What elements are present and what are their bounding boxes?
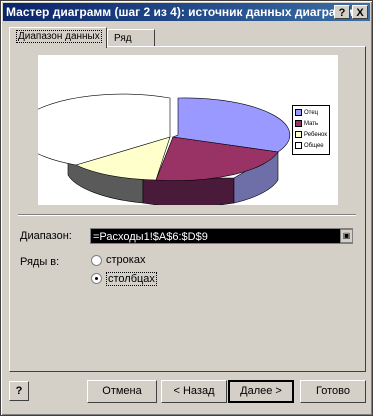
cancel-button[interactable]: Отмена [87,380,157,403]
tab-panel: Отец Мать Ребенок Общее Диапазон: =Расхо… [9,46,366,372]
tab-data-range[interactable]: Диапазон данных [9,27,107,48]
legend-swatch [295,131,302,138]
radio-rows[interactable] [91,255,102,266]
range-input[interactable]: =Расходы1!$A$6:$D$9 [90,228,353,244]
close-button[interactable]: X [352,5,368,19]
help-title-button[interactable]: ? [334,5,350,19]
tab-data-range-label: Диапазон данных [16,30,102,43]
legend-swatch [295,109,302,116]
help-button[interactable]: ? [9,381,29,401]
radio-columns-label[interactable]: столбцах [106,272,157,286]
legend-label: Общее [304,143,324,150]
series-in-label: Ряды в: [20,256,60,268]
legend-item: Общее [295,142,324,150]
legend-item: Отец [295,109,318,117]
chart-wizard-dialog: Мастер диаграмм (шаг 2 из 4): источник д… [0,0,373,416]
back-button[interactable]: < Назад [161,380,227,403]
legend-label: Отец [304,110,319,117]
legend-label: Мать [304,121,319,128]
collapse-dialog-icon[interactable]: ▣ [340,229,353,243]
legend-item: Ребенок [295,131,327,139]
radio-rows-label[interactable]: строках [106,254,145,266]
range-label: Диапазон: [20,230,72,242]
legend-item: Мать [295,120,318,128]
chart-preview: Отец Мать Ребенок Общее [16,55,338,207]
tab-series[interactable]: Ряд [107,29,155,47]
legend-swatch [295,120,302,127]
window-title: Мастер диаграмм (шаг 2 из 4): источник д… [6,5,364,19]
pie-side-mother [142,177,235,207]
radio-columns[interactable] [91,273,102,284]
tab-series-label: Ряд [114,33,132,44]
divider [18,214,356,216]
legend-label: Ребенок [304,132,327,139]
legend-swatch [295,142,302,149]
finish-button[interactable]: Готово [300,380,366,403]
title-bar[interactable]: Мастер диаграмм (шаг 2 из 4): источник д… [3,3,370,21]
chart-legend: Отец Мать Ребенок Общее [292,105,330,155]
next-button[interactable]: Далее > [228,380,294,403]
